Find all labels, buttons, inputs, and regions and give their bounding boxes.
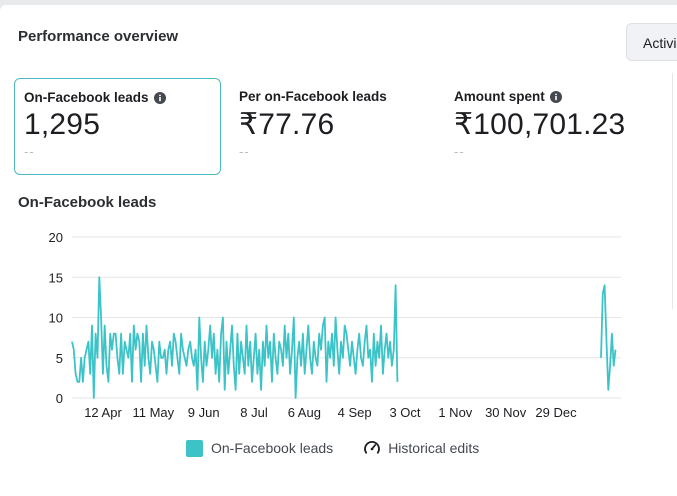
metric-compare: -- (239, 144, 250, 159)
info-icon[interactable] (549, 90, 562, 103)
activity-button[interactable]: Activi (626, 23, 677, 61)
x-tick-label: 11 May (132, 405, 174, 420)
x-tick-label: 6 Aug (288, 405, 321, 420)
performance-card: Performance overview Activi On-Facebook … (0, 5, 677, 496)
x-tick-label: 29 Dec (535, 405, 577, 420)
x-tick-label: 8 Jul (240, 405, 268, 420)
x-tick-label: 12 Apr (84, 405, 122, 420)
gauge-icon (364, 440, 381, 454)
legend-label: On-Facebook leads (211, 440, 334, 456)
metric-value: 1,295 (24, 108, 101, 141)
metric-label-text: Per on-Facebook leads (239, 89, 387, 104)
legend-swatch (186, 439, 203, 457)
metric-label: On-Facebook leads (24, 90, 220, 105)
metric-value: ₹77.76 (239, 108, 335, 141)
metric-card-amount-spent[interactable]: Amount spent ₹100,701.23 -- (445, 78, 667, 175)
leads-series-line (71, 276, 399, 399)
x-tick-label: 9 Jun (188, 405, 220, 420)
metric-value: ₹100,701.23 (454, 108, 626, 141)
metric-label: Per on-Facebook leads (239, 89, 435, 104)
metric-compare: -- (454, 144, 465, 159)
leads-series-line (600, 284, 617, 391)
metric-compare: -- (24, 144, 35, 159)
legend-item-historical-edits[interactable]: Historical edits (363, 439, 479, 457)
section-title: Performance overview (18, 28, 179, 45)
x-tick-label: 1 Nov (438, 405, 472, 420)
chart-title: On-Facebook leads (18, 194, 157, 211)
y-tick-label: 0 (56, 391, 63, 406)
leads-line-chart[interactable]: 0 5 10 15 20 12 Apr 11 May 9 Jun 8 Jul 6 Aug 4 Sep… (0, 220, 677, 425)
y-tick-label: 10 (49, 311, 63, 326)
metric-label: Amount spent (454, 89, 667, 104)
chart-legend: On-Facebook leads Historical edits (186, 439, 479, 457)
legend-item-leads[interactable]: On-Facebook leads (186, 439, 334, 457)
x-tick-label: 30 Nov (485, 405, 527, 420)
legend-label: Historical edits (388, 440, 480, 456)
metric-label-text: Amount spent (454, 89, 545, 104)
x-tick-label: 4 Sep (338, 405, 372, 420)
x-tick-label: 3 Oct (389, 405, 420, 420)
metric-card-cost-per-lead[interactable]: Per on-Facebook leads ₹77.76 -- (230, 78, 435, 175)
metric-card-leads[interactable]: On-Facebook leads 1,295 -- (14, 78, 221, 175)
metric-label-text: On-Facebook leads (24, 90, 149, 105)
y-tick-label: 5 (56, 351, 63, 366)
y-tick-label: 20 (49, 230, 63, 245)
y-tick-label: 15 (49, 270, 63, 285)
info-icon[interactable] (153, 91, 166, 104)
